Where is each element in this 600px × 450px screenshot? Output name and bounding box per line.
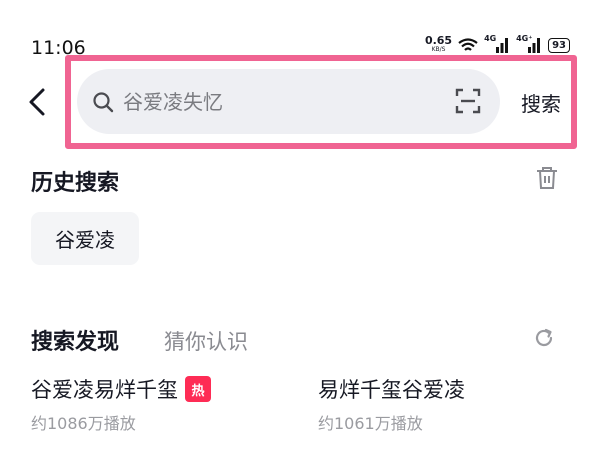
history-title: 历史搜索 (31, 171, 120, 196)
search-submit-button[interactable]: 搜索 (521, 88, 561, 117)
discover-item-views: 约1086万播放 (31, 414, 136, 433)
battery-icon: 93 (548, 37, 570, 53)
search-page: 11:06 0.65 KB/S 4G 4G⁺ 93 谷爱凌失忆 搜索 历史搜索 … (0, 0, 600, 450)
net-speed-unit: KB/S (431, 46, 446, 53)
scan-icon[interactable] (455, 88, 481, 114)
refresh-icon[interactable] (533, 327, 555, 349)
hot-badge: 热 (185, 376, 211, 402)
discover-item-title-row: 谷爱凌易烊千玺 热 (31, 374, 211, 404)
discover-item-views: 约1061万播放 (318, 414, 423, 433)
chevron-left-icon (29, 88, 45, 116)
net-speed: 0.65 KB/S (424, 34, 453, 54)
discover-item[interactable]: 易烊千玺谷爱凌 约1061万播放 (318, 374, 465, 434)
net-speed-value: 0.65 (424, 34, 453, 47)
tab-guess-you-know[interactable]: 猜你认识 (164, 326, 248, 356)
signal-icon: 4G⁺ (516, 34, 542, 53)
signal-icon: 4G (484, 34, 510, 53)
status-icons: 0.65 KB/S 4G 4G⁺ 93 (424, 34, 570, 54)
wifi-icon (458, 37, 478, 51)
trash-icon[interactable] (536, 166, 558, 190)
discover-item-title: 易烊千玺谷爱凌 (318, 378, 465, 402)
discover-item-title-row: 易烊千玺谷爱凌 (318, 374, 465, 404)
search-icon (92, 91, 114, 113)
history-chip[interactable]: 谷爱凌 (31, 212, 139, 265)
discover-item[interactable]: 谷爱凌易烊千玺 热 约1086万播放 (31, 374, 211, 434)
discover-title: 搜索发现 (31, 330, 120, 355)
search-input[interactable] (123, 89, 433, 114)
back-button[interactable] (22, 84, 52, 120)
discover-item-title: 谷爱凌易烊千玺 (31, 378, 178, 402)
search-box[interactable] (77, 69, 500, 134)
